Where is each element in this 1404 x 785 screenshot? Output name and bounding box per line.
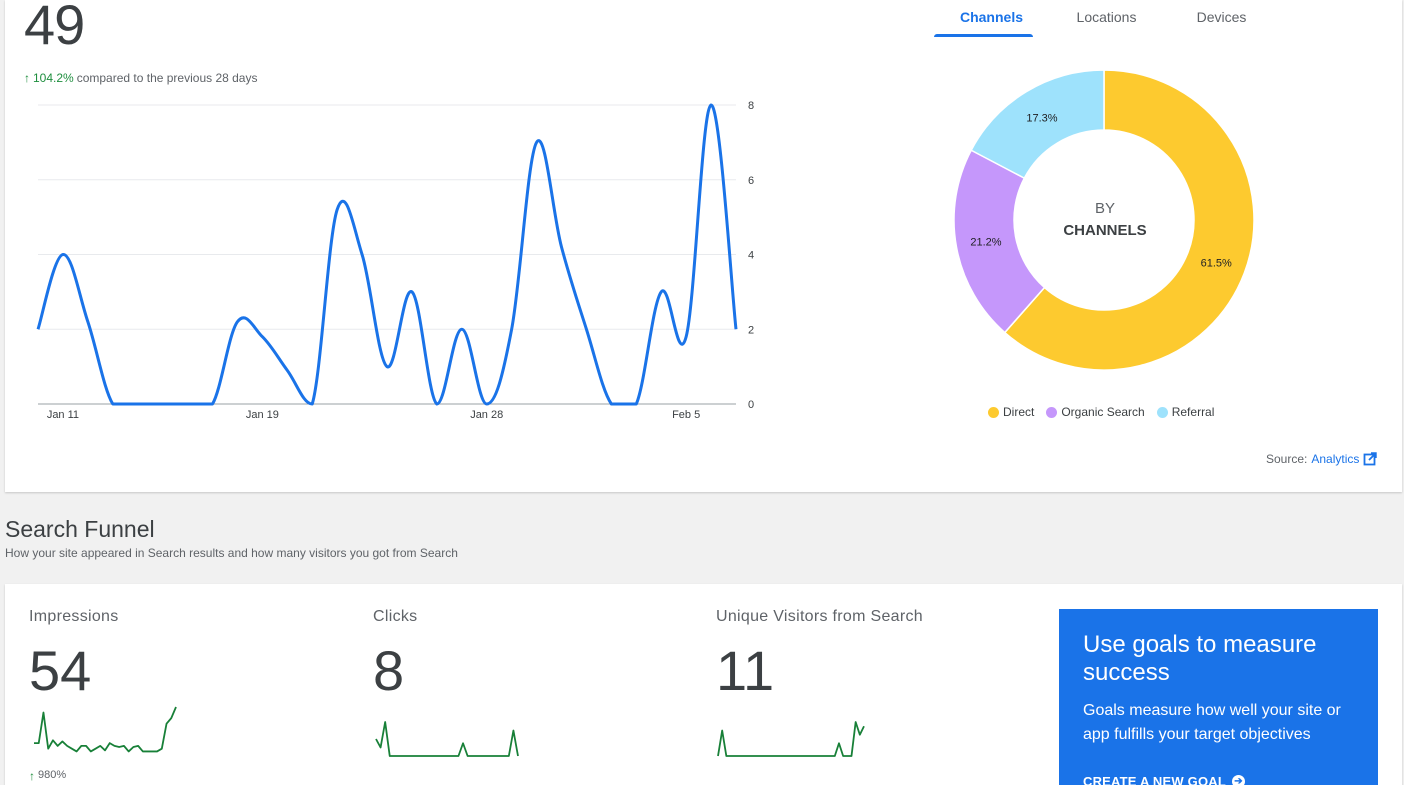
x-tick-label: Jan 11 <box>47 409 79 421</box>
x-tick-label: Feb 5 <box>672 409 700 421</box>
metric-label: Unique Visitors from Search <box>716 608 923 625</box>
metric-unique-visitors[interactable]: Unique Visitors from Search 11 <box>716 608 923 703</box>
legend-dot-icon <box>988 406 999 418</box>
donut-center-line1: BY <box>1094 200 1115 217</box>
legend-item-direct[interactable]: Direct <box>988 405 1034 419</box>
sparkline-path <box>34 706 177 753</box>
legend-label: Organic Search <box>1061 405 1145 419</box>
section-title: Search Funnel <box>5 516 155 542</box>
metric-value: 11 <box>716 639 775 702</box>
sessions-line-chart: 0 2 4 6 8 Jan 11 Jan 19 Jan 28 Feb 5 <box>36 100 754 421</box>
donut-center-label: BY CHANNELS <box>1040 200 1170 239</box>
metric-value: 8 <box>373 639 405 702</box>
delta-value: 980% <box>38 769 67 781</box>
total-value: 49 <box>24 0 85 56</box>
sparkline-path <box>717 721 865 757</box>
tab-devices[interactable]: Devices <box>1164 0 1279 37</box>
create-goal-button[interactable]: CREATE A NEW GOAL ➔ <box>1083 774 1354 785</box>
legend-item-organic-search[interactable]: Organic Search <box>1046 405 1145 419</box>
donut-legend: Direct Organic Search Referral <box>988 405 1214 419</box>
legend-label: Direct <box>1003 405 1035 419</box>
dimension-tabs: Channels Locations Devices <box>934 0 1279 37</box>
arrow-up-icon: ↑ <box>29 769 35 783</box>
slice-label: 17.3% <box>1026 112 1057 124</box>
impressions-delta: ↑ 980% <box>29 769 66 783</box>
x-tick-label: Jan 28 <box>470 409 503 421</box>
y-tick-label: 2 <box>748 324 754 336</box>
goal-promo-card: Use goals to measure success Goals measu… <box>1059 609 1378 785</box>
open-in-new-icon[interactable] <box>1363 452 1378 466</box>
tab-locations[interactable]: Locations <box>1049 0 1164 37</box>
metric-label: Impressions <box>29 608 119 625</box>
section-subtitle: How your site appeared in Search results… <box>5 546 458 560</box>
y-tick-label: 0 <box>748 399 754 411</box>
metric-clicks[interactable]: Clicks 8 <box>373 608 417 703</box>
x-tick-label: Jan 19 <box>246 409 279 421</box>
y-tick-label: 6 <box>748 175 754 187</box>
source-line: Source: Analytics <box>1266 452 1378 466</box>
y-tick-label: 8 <box>748 100 754 112</box>
slice-label: 21.2% <box>970 237 1001 249</box>
goal-description: Goals measure how well your site or app … <box>1083 702 1341 743</box>
donut-center-line2: CHANNELS <box>1063 222 1147 239</box>
legend-dot-icon <box>1156 406 1168 418</box>
tab-channels[interactable]: Channels <box>934 0 1049 37</box>
arrow-right-circle-icon: ➔ <box>1232 775 1246 785</box>
goal-title: Use goals to measure success <box>1083 631 1317 686</box>
legend-dot-icon <box>1046 406 1058 418</box>
metric-value: 54 <box>29 639 92 702</box>
slice-label: 61.5% <box>1201 257 1232 269</box>
change-text: compared to the previous 28 days <box>76 71 258 85</box>
sparkline-path <box>375 721 519 757</box>
clicks-sparkline <box>375 721 519 757</box>
change-line: ↑ 104.2% compared to the previous 28 day… <box>24 71 257 85</box>
y-tick-label: 4 <box>748 250 754 262</box>
visitors-sparkline <box>717 721 865 757</box>
source-prefix: Source: <box>1266 452 1308 466</box>
impressions-sparkline <box>34 706 177 753</box>
metric-label: Clicks <box>373 608 418 625</box>
legend-item-referral[interactable]: Referral <box>1156 405 1215 419</box>
change-percent: 104.2% <box>33 71 74 85</box>
metric-impressions[interactable]: Impressions 54 <box>29 608 119 703</box>
legend-label: Referral <box>1171 405 1215 419</box>
arrow-up-icon: ↑ <box>24 71 30 85</box>
create-goal-label: CREATE A NEW GOAL <box>1083 774 1227 785</box>
analytics-link[interactable]: Analytics <box>1311 452 1359 466</box>
